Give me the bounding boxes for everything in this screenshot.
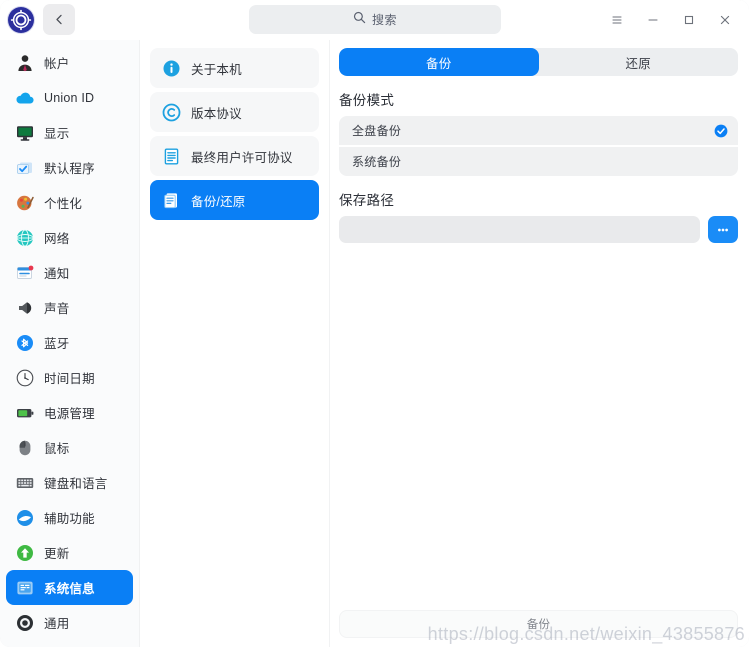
nav-item-about[interactable]: 关于本机 (150, 48, 319, 88)
clock-icon (14, 367, 35, 388)
sidebar-item-notification[interactable]: 通知 (6, 255, 133, 290)
nav-item-label: 备份/还原 (191, 194, 246, 209)
sidebar-item-system-info[interactable]: 系统信息 (6, 570, 133, 605)
search-icon (353, 11, 366, 29)
sidebar-item-mouse[interactable]: 鼠标 (6, 430, 133, 465)
save-path-title: 保存路径 (339, 193, 395, 208)
title-bar: 搜索 (0, 0, 749, 40)
close-icon[interactable] (707, 0, 743, 40)
keyboard-icon (14, 472, 35, 493)
window-controls (599, 0, 743, 40)
save-path-input[interactable] (339, 216, 700, 243)
sound-icon (14, 297, 35, 318)
menu-icon[interactable] (599, 0, 635, 40)
cloud-icon (14, 87, 35, 108)
copyright-icon (162, 103, 181, 122)
sidebar-item-label: 帐户 (44, 57, 70, 71)
general-icon (14, 612, 35, 633)
sidebar-item-network[interactable]: 网络 (6, 220, 133, 255)
sidebar-item-general[interactable]: 通用 (6, 605, 133, 640)
nav-item-eula[interactable]: 最终用户许可协议 (150, 136, 319, 176)
sidebar-item-label: 通知 (44, 267, 70, 281)
update-icon (14, 542, 35, 563)
display-icon (14, 122, 35, 143)
save-path-row (339, 216, 738, 243)
account-icon (14, 52, 35, 73)
system-info-icon (14, 577, 35, 598)
browse-button[interactable] (708, 216, 738, 243)
settings-window: 搜索 帐户 Union ID 显示 默认程序 个性化 网络 通知 声音 蓝牙 时… (0, 0, 749, 647)
tab-restore[interactable]: 还原 (539, 48, 739, 76)
info-icon (162, 59, 181, 78)
tab-backup[interactable]: 备份 (339, 48, 539, 76)
network-icon (14, 227, 35, 248)
backup-action-button[interactable]: 备份 (339, 610, 738, 638)
default-apps-icon (14, 157, 35, 178)
sidebar-item-label: 蓝牙 (44, 337, 70, 351)
sidebar-item-account[interactable]: 帐户 (6, 45, 133, 80)
sidebar: 帐户 Union ID 显示 默认程序 个性化 网络 通知 声音 蓝牙 时间日期… (0, 40, 140, 647)
minimize-icon[interactable] (635, 0, 671, 40)
notification-icon (14, 262, 35, 283)
document-icon (162, 147, 181, 166)
sidebar-item-label: Union ID (44, 90, 95, 105)
sidebar-item-default-apps[interactable]: 默认程序 (6, 150, 133, 185)
search-placeholder: 搜索 (371, 13, 397, 27)
search-input[interactable]: 搜索 (249, 5, 501, 34)
sidebar-item-union-id[interactable]: Union ID (6, 80, 133, 115)
nav-item-label: 版本协议 (191, 106, 242, 121)
sidebar-item-label: 通用 (44, 617, 70, 631)
sidebar-item-label: 系统信息 (44, 582, 95, 596)
backup-restore-tabs: 备份 还原 (339, 48, 738, 76)
backup-mode-options: 全盘备份 系统备份 (339, 116, 738, 176)
sidebar-item-label: 默认程序 (44, 162, 95, 176)
sidebar-item-label: 更新 (44, 547, 70, 561)
sidebar-item-sound[interactable]: 声音 (6, 290, 133, 325)
deepin-logo-icon (8, 7, 34, 33)
sidebar-item-power[interactable]: 电源管理 (6, 395, 133, 430)
sidebar-item-label: 声音 (44, 302, 70, 316)
secondary-nav: 关于本机 版本协议 最终用户许可协议 备份/还原 (140, 40, 330, 647)
nav-item-label: 最终用户许可协议 (191, 150, 293, 165)
sidebar-item-update[interactable]: 更新 (6, 535, 133, 570)
personalization-icon (14, 192, 35, 213)
sidebar-item-bluetooth[interactable]: 蓝牙 (6, 325, 133, 360)
sidebar-item-label: 电源管理 (44, 407, 95, 421)
battery-icon (14, 402, 35, 423)
back-button[interactable] (43, 4, 75, 35)
check-circle-icon (714, 124, 728, 138)
sidebar-item-keyboard[interactable]: 键盘和语言 (6, 465, 133, 500)
accessibility-icon (14, 507, 35, 528)
backup-mode-title: 备份模式 (339, 93, 395, 108)
sidebar-item-label: 个性化 (44, 197, 83, 211)
bluetooth-icon (14, 332, 35, 353)
nav-item-version-agreement[interactable]: 版本协议 (150, 92, 319, 132)
option-label: 系统备份 (352, 155, 402, 169)
window-body: 帐户 Union ID 显示 默认程序 个性化 网络 通知 声音 蓝牙 时间日期… (0, 40, 749, 647)
nav-item-backup-restore[interactable]: 备份/还原 (150, 180, 319, 220)
sidebar-item-label: 键盘和语言 (44, 477, 108, 491)
backup-icon (162, 191, 181, 210)
main-content: 备份 还原 备份模式 全盘备份 系统备份 保存路径 备份 (330, 40, 749, 647)
option-full-disk-backup[interactable]: 全盘备份 (339, 116, 738, 145)
sidebar-item-accessibility[interactable]: 辅助功能 (6, 500, 133, 535)
sidebar-item-label: 鼠标 (44, 442, 70, 456)
sidebar-item-datetime[interactable]: 时间日期 (6, 360, 133, 395)
nav-item-label: 关于本机 (191, 62, 242, 77)
sidebar-item-display[interactable]: 显示 (6, 115, 133, 150)
sidebar-item-label: 显示 (44, 127, 70, 141)
option-system-backup[interactable]: 系统备份 (339, 147, 738, 176)
sidebar-item-personalization[interactable]: 个性化 (6, 185, 133, 220)
mouse-icon (14, 437, 35, 458)
sidebar-item-label: 时间日期 (44, 372, 95, 386)
ellipsis-icon (715, 222, 731, 238)
sidebar-item-label: 辅助功能 (44, 512, 95, 526)
option-label: 全盘备份 (352, 124, 402, 138)
maximize-icon[interactable] (671, 0, 707, 40)
sidebar-item-label: 网络 (44, 232, 70, 246)
